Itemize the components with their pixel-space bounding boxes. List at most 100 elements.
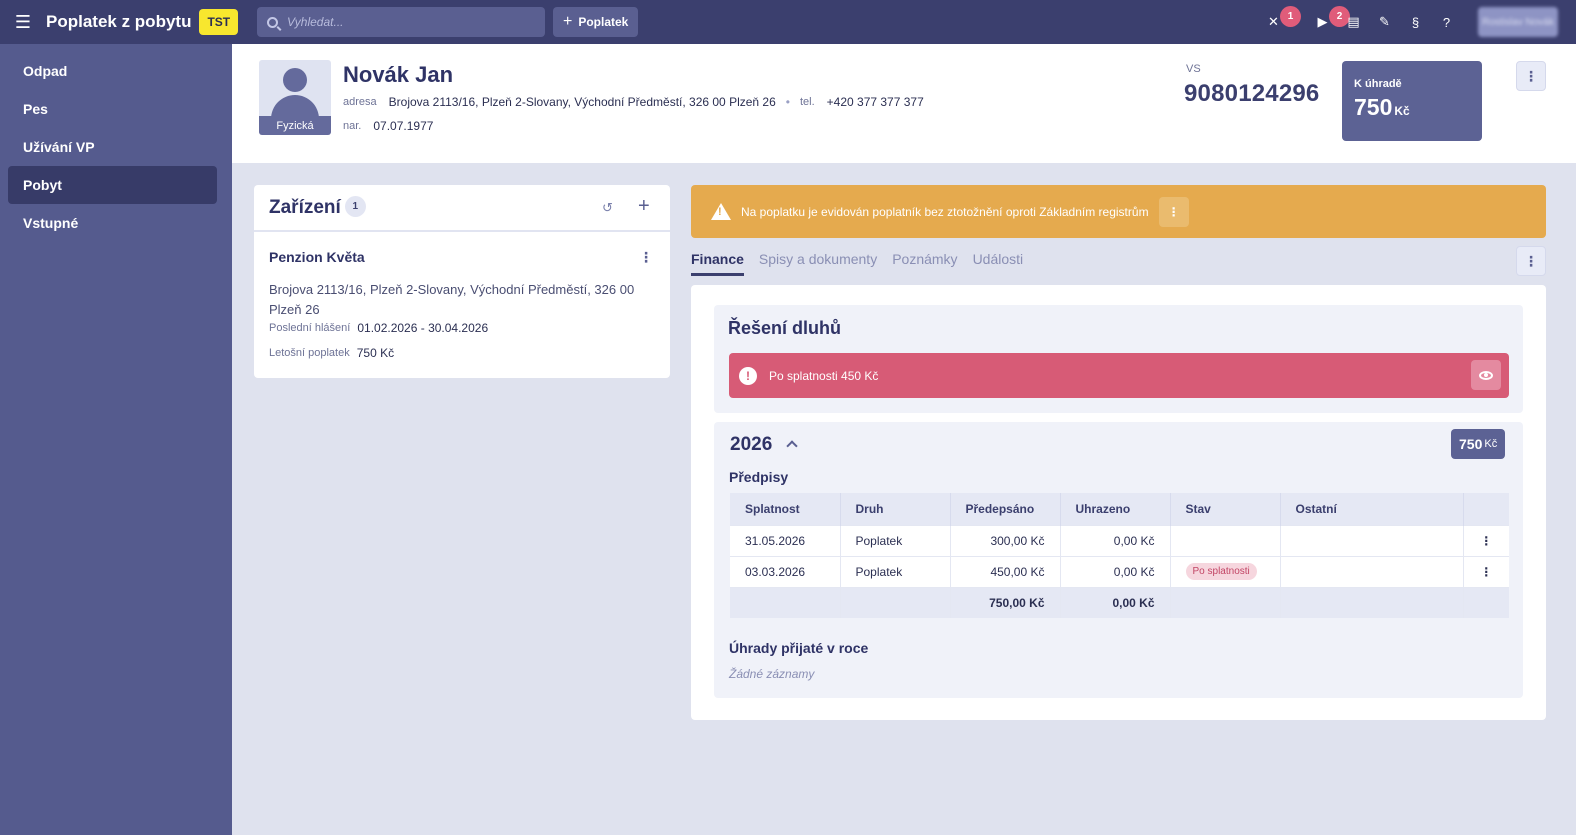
- top-bar: ☰ Poplatek z pobytu TST + Poplatek ✕ 1 ▶…: [0, 0, 1576, 44]
- amount-due-currency: Kč: [1394, 104, 1410, 118]
- fee-value: 750 Kč: [356, 346, 395, 360]
- person-address-row: adresa Brojova 2113/16, Plzeň 2-Slovany,…: [343, 95, 924, 109]
- person-birth-row: nar. 07.07.1977: [343, 119, 433, 133]
- tab-spisy-a-dokumenty[interactable]: Spisy a dokumenty: [759, 248, 877, 276]
- legislation-button[interactable]: §: [1400, 0, 1431, 44]
- detail-tabs: Finance Spisy a dokumenty Poznámky Událo…: [691, 248, 1038, 276]
- amount-due-box: K úhradě 750 Kč: [1342, 61, 1482, 141]
- year-title: 2026: [730, 434, 773, 455]
- table-sum-row: 750,00 Kč 0,00 Kč: [730, 586, 1509, 618]
- wrench-button[interactable]: ✎: [1369, 0, 1400, 44]
- sidebar-item-pes[interactable]: Pes: [8, 90, 217, 128]
- predpisy-title: Předpisy: [729, 469, 789, 485]
- header-more-button[interactable]: ⋮: [1516, 61, 1546, 91]
- debt-resolution-section: Řešení dluhů ! Po splatnosti 450 Kč: [714, 305, 1523, 413]
- warning-text: Na poplatku je evidován poplatník bez zt…: [741, 204, 1149, 219]
- avatar-person-icon: [283, 68, 307, 92]
- menu-icon[interactable]: ☰: [0, 0, 46, 44]
- environment-badge: TST: [199, 9, 239, 35]
- warning-icon: [711, 203, 731, 220]
- status-badge: Po splatnosti: [1185, 563, 1257, 580]
- year-total-currency: Kč: [1484, 438, 1498, 450]
- paragraph-icon: §: [1411, 14, 1420, 30]
- facilities-title: Zařízení: [269, 196, 341, 218]
- sidebar-item-uzivani-vp[interactable]: Užívání VP: [8, 128, 217, 166]
- row-more-icon[interactable]: ⋮: [1463, 555, 1509, 587]
- search-box[interactable]: [257, 7, 545, 37]
- cell-druh: Poplatek: [840, 524, 951, 556]
- pin-button[interactable]: ✕ 1: [1258, 0, 1301, 44]
- add-fee-label: Poplatek: [578, 15, 629, 29]
- col-uhrazeno: Uhrazeno: [1060, 493, 1171, 525]
- fee-label: Letošní poplatek: [269, 347, 350, 359]
- finance-panel: Řešení dluhů ! Po splatnosti 450 Kč 2026…: [691, 285, 1546, 720]
- sidebar-item-vstupne[interactable]: Vstupné: [8, 204, 217, 242]
- predpisy-table: Splatnost Druh Předepsáno Uhrazeno Stav …: [730, 493, 1509, 618]
- pin-count-badge: 1: [1280, 6, 1301, 27]
- table-row: 03.03.2026 Poplatek 450,00 Kč 0,00 Kč Po…: [730, 555, 1509, 587]
- user-menu[interactable]: Rostislav Novák: [1478, 7, 1558, 37]
- vs-label: VS: [1186, 63, 1201, 75]
- facility-fee-row: Letošní poplatek 750 Kč: [269, 346, 394, 360]
- document-button[interactable]: ▤: [1338, 0, 1369, 44]
- facilities-card: Zařízení 1 ↺ + Penzion Květa ⋮ Brojova 2…: [254, 185, 670, 378]
- facilities-count-badge: 1: [344, 196, 366, 217]
- tab-udalosti[interactable]: Události: [973, 248, 1024, 276]
- facility-name[interactable]: Penzion Květa: [269, 249, 365, 265]
- top-icon-bar: ✕ 1 ▶ 2 ▤ ✎ § ?: [1258, 0, 1462, 44]
- search-input[interactable]: [287, 15, 527, 29]
- cell-splatnost: 31.05.2026: [730, 524, 841, 556]
- tab-poznamky[interactable]: Poznámky: [892, 248, 957, 276]
- table-header-row: Splatnost Druh Předepsáno Uhrazeno Stav …: [730, 493, 1509, 525]
- person-header: Fyzická Novák Jan adresa Brojova 2113/16…: [232, 44, 1576, 163]
- year-section: 2026 750 Kč Předpisy Splatnost Druh Přede…: [714, 422, 1523, 698]
- show-overdue-button[interactable]: [1471, 360, 1501, 390]
- pin-icon: ✕: [1268, 14, 1279, 29]
- cell-stav: Po splatnosti: [1170, 555, 1281, 587]
- chevron-up-icon[interactable]: [786, 440, 798, 452]
- row-more-icon[interactable]: ⋮: [1463, 524, 1509, 556]
- cell-uhrazeno: 0,00 Kč: [1060, 524, 1171, 556]
- play-circle-icon: ▶: [1317, 14, 1328, 29]
- col-predepsano: Předepsáno: [950, 493, 1061, 525]
- cell-ostatni: [1280, 524, 1464, 556]
- add-fee-button[interactable]: + Poplatek: [553, 7, 639, 37]
- total-uhrazeno: 0,00 Kč: [1060, 586, 1171, 618]
- year-total-value: 750: [1459, 436, 1483, 452]
- help-icon: ?: [1442, 14, 1451, 30]
- plus-icon: +: [563, 13, 573, 30]
- facility-more-icon[interactable]: ⋮: [639, 249, 653, 266]
- last-report-value: 01.02.2026 - 30.04.2026: [357, 321, 489, 335]
- amount-due-label: K úhradě: [1354, 78, 1402, 90]
- cell-uhrazeno: 0,00 Kč: [1060, 555, 1171, 587]
- person-name: Novák Jan: [343, 62, 454, 87]
- help-button[interactable]: ?: [1431, 0, 1462, 44]
- tel-value: +420 377 377 377: [826, 95, 924, 109]
- add-facility-icon[interactable]: +: [638, 195, 650, 218]
- overdue-text: Po splatnosti 450 Kč: [769, 368, 879, 383]
- sidebar: Odpad Pes Užívání VP Pobyt Vstupné: [0, 44, 232, 835]
- last-report-label: Poslední hlášení: [269, 322, 351, 334]
- wrench-icon: ✎: [1379, 14, 1390, 29]
- cell-stav: [1170, 524, 1281, 556]
- cell-druh: Poplatek: [840, 555, 951, 587]
- sidebar-item-pobyt[interactable]: Pobyt: [8, 166, 217, 204]
- tabs-more-button[interactable]: ⋮: [1516, 246, 1546, 276]
- cell-predepsano: 300,00 Kč: [950, 524, 1061, 556]
- facilities-header: Zařízení 1 ↺ +: [254, 185, 670, 232]
- payments-title: Úhrady přijaté v roce: [729, 640, 869, 656]
- kebab-icon: ⋮: [1524, 252, 1538, 269]
- overdue-alert: ! Po splatnosti 450 Kč: [729, 353, 1509, 398]
- sidebar-item-odpad[interactable]: Odpad: [8, 52, 217, 90]
- history-icon[interactable]: ↺: [602, 200, 613, 216]
- debt-resolution-title: Řešení dluhů: [728, 318, 842, 338]
- col-splatnost: Splatnost: [730, 493, 841, 525]
- warning-more-button[interactable]: ⋮: [1158, 196, 1189, 227]
- tel-label: tel.: [799, 96, 815, 108]
- col-ostatni: Ostatní: [1280, 493, 1464, 525]
- kebab-icon: ⋮: [1524, 67, 1538, 84]
- play-button[interactable]: ▶ 2: [1307, 0, 1350, 44]
- eye-icon: [1479, 370, 1493, 380]
- cell-splatnost: 03.03.2026: [730, 555, 841, 587]
- tab-finance[interactable]: Finance: [691, 248, 744, 276]
